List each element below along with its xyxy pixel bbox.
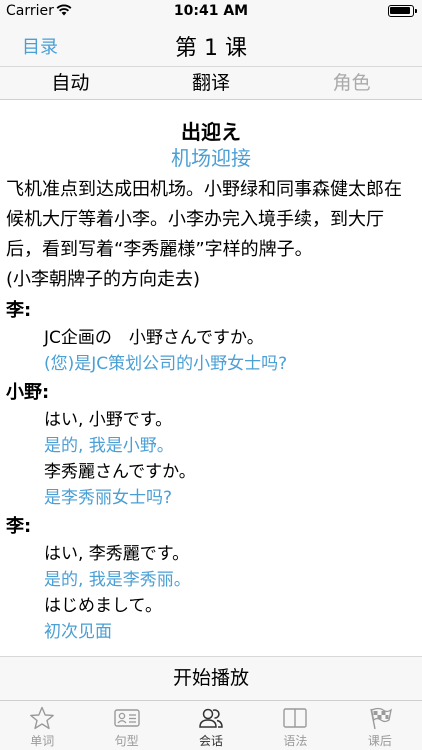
chinese-translation: (您)是JC策划公司的小野女士吗? <box>44 354 288 374</box>
book-icon <box>253 706 337 730</box>
dialogue-block: 李: JC企画の 小野さんですか。 (您)是JC策划公司的小野女士吗? <box>6 297 416 377</box>
lesson-subtitle: 机场迎接 <box>171 146 251 170</box>
lesson-content[interactable]: 出迎え 机场迎接 飞机准点到达成田机场。小野绿和同事森健太郎在候机大厅等着小李。… <box>0 100 422 656</box>
tab-label: 语法 <box>283 734 308 748</box>
japanese-line[interactable]: 李秀麗さんですか。 <box>6 459 416 485</box>
lesson-intro: 飞机准点到达成田机场。小野绿和同事森健太郎在候机大厅等着小李。小李办完入境手续，… <box>6 179 402 260</box>
star-icon <box>0 706 84 730</box>
japanese-line[interactable]: はじめまして。 <box>6 593 416 619</box>
chinese-translation: 是的, 我是李秀丽。 <box>44 570 191 590</box>
chinese-translation: 是的, 我是小野。 <box>44 436 174 456</box>
tab-label: 单词 <box>30 734 55 748</box>
stage-direction: (小李朝牌子的方向走去) <box>6 269 201 290</box>
segment-translate[interactable]: 翻译 <box>141 67 282 99</box>
chinese-translation: 初次见面 <box>44 622 112 642</box>
tab-bar: 单词 句型 会话 语法 课后 <box>0 700 422 750</box>
navigation-bar: 目录 第 1 课 <box>0 22 422 66</box>
segment-auto[interactable]: 自动 <box>0 67 141 99</box>
speaker-label: 李: <box>6 516 32 537</box>
japanese-line[interactable]: はい, 李秀麗です。 <box>6 541 416 567</box>
checkered-flag-icon <box>338 706 422 730</box>
japanese-line[interactable]: はい, 小野です。 <box>6 407 416 433</box>
tab-label: 课后 <box>367 734 392 748</box>
segment-role[interactable]: 角色 <box>281 67 422 99</box>
speaker-label: 小野: <box>6 382 50 403</box>
status-time: 10:41 AM <box>173 3 249 19</box>
japanese-line[interactable]: JC企画の 小野さんですか。 <box>6 325 416 351</box>
tab-conversation[interactable]: 会话 <box>169 701 253 750</box>
mode-segmented-control: 自动 翻译 角色 <box>0 66 422 100</box>
tab-sentence-patterns[interactable]: 句型 <box>84 701 168 750</box>
lesson-title: 出迎え <box>181 120 241 144</box>
people-icon <box>169 706 253 730</box>
battery-icon <box>388 5 417 17</box>
id-card-icon <box>84 706 168 730</box>
tab-vocabulary[interactable]: 单词 <box>0 701 84 750</box>
dialogue-block: 小野: はい, 小野です。 是的, 我是小野。 李秀麗さんですか。 是李秀丽女士… <box>6 379 416 511</box>
page-title: 第 1 课 <box>175 36 247 61</box>
speaker-label: 李: <box>6 300 32 321</box>
dialogue-block: 李: はい, 李秀麗です。 是的, 我是李秀丽。 はじめまして。 初次见面 <box>6 513 416 645</box>
tab-label: 句型 <box>114 734 139 748</box>
start-playback-button[interactable]: 开始播放 <box>0 656 422 700</box>
tab-label: 会话 <box>199 734 224 748</box>
tab-grammar[interactable]: 语法 <box>253 701 337 750</box>
tab-after-class[interactable]: 课后 <box>338 701 422 750</box>
chinese-translation: 是李秀丽女士吗? <box>44 488 173 508</box>
status-bar: Carrier 10:41 AM <box>0 0 422 22</box>
